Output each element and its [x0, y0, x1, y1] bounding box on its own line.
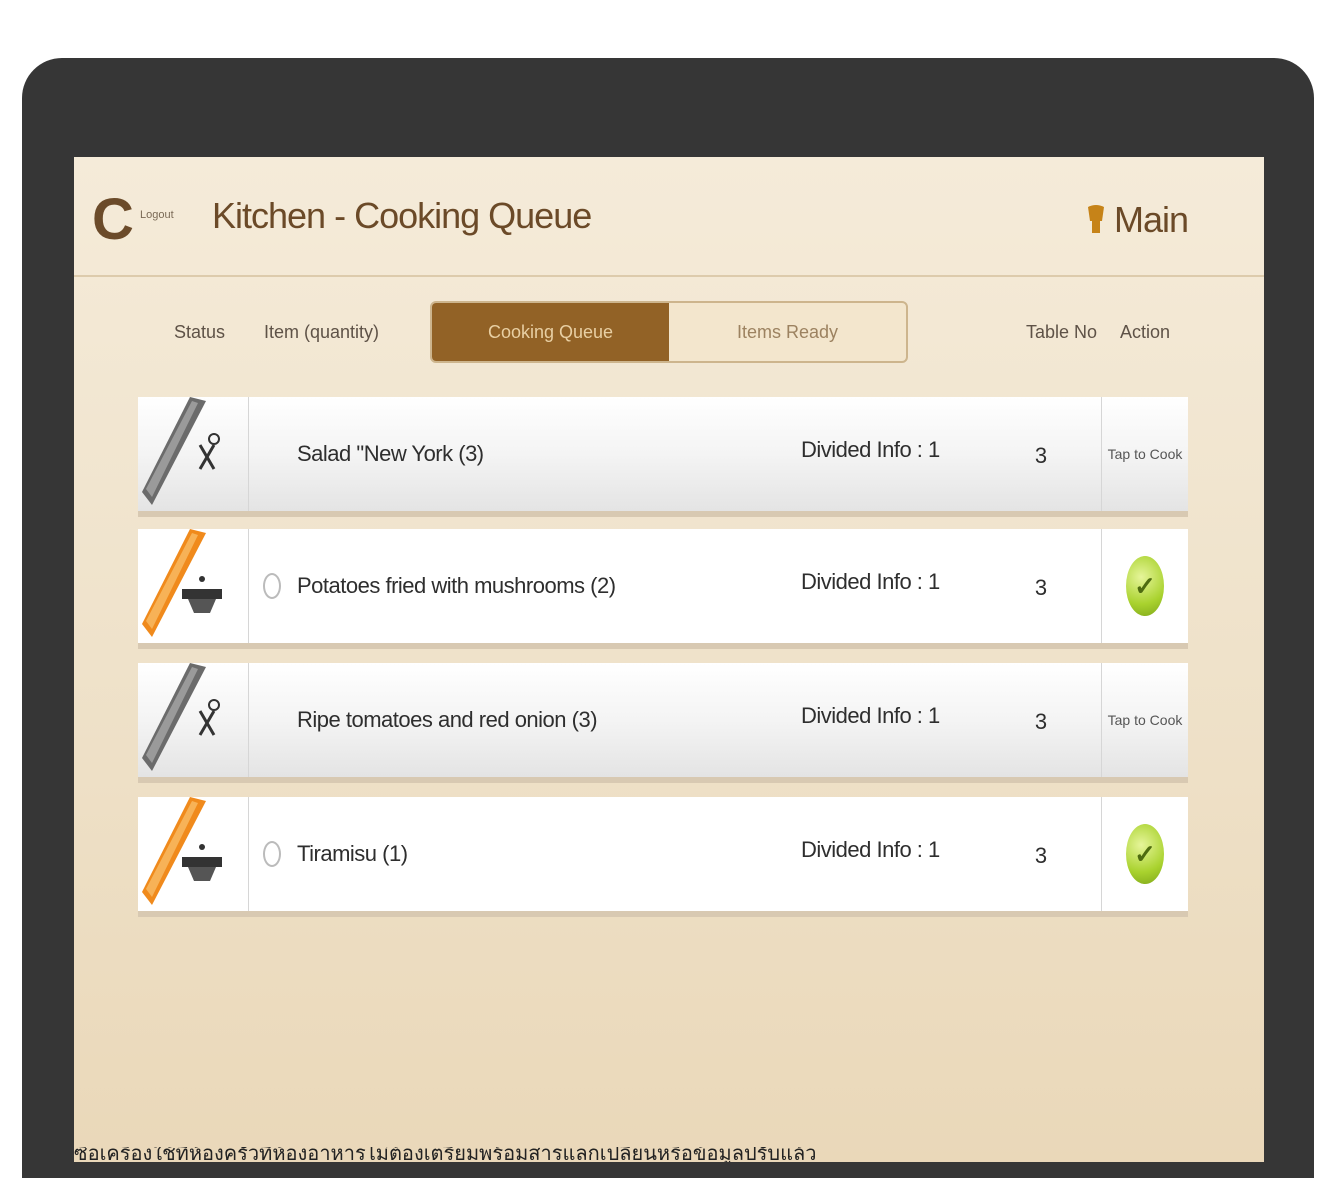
- table-number: 3: [1034, 843, 1048, 868]
- caption-text: ซื้อเครื่องใช้ที่ห้องครัวที่ห้องอาหารไม่…: [74, 1147, 817, 1162]
- tab-cooking-queue[interactable]: Cooking Queue: [432, 303, 669, 361]
- column-table-no: Table No: [1026, 322, 1098, 342]
- queue-row[interactable]: Salad "New York (3) Divided Info : 1 3 T…: [138, 397, 1188, 517]
- main-link[interactable]: Main: [1086, 199, 1189, 241]
- table-number: 3: [1034, 709, 1048, 734]
- status-cell: [138, 797, 249, 911]
- item-name: Ripe tomatoes and red onion (3): [297, 707, 598, 732]
- tap-to-cook-button[interactable]: Tap to Cook: [1101, 397, 1188, 511]
- app-header: C Logout Kitchen - Cooking Queue Main: [74, 157, 1264, 277]
- c-logo-icon: C: [92, 187, 134, 252]
- utensils-icon: [142, 663, 220, 771]
- queue-row[interactable]: Potatoes fried with mushrooms (2) Divide…: [138, 529, 1188, 649]
- divided-info: Divided Info : 1: [801, 703, 940, 728]
- status-cell: [138, 397, 249, 511]
- page-title: Kitchen - Cooking Queue: [212, 195, 592, 236]
- item-name: Potatoes fried with mushrooms (2): [297, 573, 616, 598]
- divided-info: Divided Info : 1: [801, 437, 940, 462]
- item-cell: Tiramisu (1): [249, 797, 801, 911]
- chef-hat-icon: [1087, 205, 1104, 233]
- divided-info: Divided Info : 1: [801, 569, 940, 594]
- action-cell: ✓: [1101, 797, 1188, 911]
- check-icon[interactable]: ✓: [1126, 824, 1164, 884]
- utensils-icon: [142, 397, 220, 505]
- column-status: Status: [174, 322, 226, 342]
- tab-items-ready[interactable]: Items Ready: [669, 303, 906, 361]
- check-icon[interactable]: ✓: [1126, 556, 1164, 616]
- column-item: Item (quantity): [264, 322, 380, 342]
- queue-row[interactable]: Tiramisu (1) Divided Info : 1 3 ✓: [138, 797, 1188, 917]
- item-name: Tiramisu (1): [297, 841, 408, 866]
- tap-to-cook-button[interactable]: Tap to Cook: [1101, 663, 1188, 777]
- column-action: Action: [1120, 322, 1171, 342]
- table-number: 3: [1034, 443, 1048, 468]
- action-cell: ✓: [1101, 529, 1188, 643]
- status-cell: [138, 663, 249, 777]
- main-label: Main: [1113, 199, 1189, 240]
- queue-row[interactable]: Ripe tomatoes and red onion (3) Divided …: [138, 663, 1188, 783]
- item-name: Salad "New York (3): [297, 441, 484, 466]
- table-number: 3: [1034, 575, 1048, 600]
- item-cell: Ripe tomatoes and red onion (3): [249, 663, 801, 777]
- logout-link[interactable]: Logout: [140, 209, 174, 221]
- app-screen: C Logout Kitchen - Cooking Queue Main St…: [74, 157, 1264, 1162]
- select-radio[interactable]: [263, 573, 281, 599]
- item-cell: Potatoes fried with mushrooms (2): [249, 529, 801, 643]
- select-radio[interactable]: [263, 841, 281, 867]
- pot-icon: [142, 529, 222, 637]
- status-cell: [138, 529, 249, 643]
- item-cell: Salad "New York (3): [249, 397, 801, 511]
- divided-info: Divided Info : 1: [801, 837, 940, 862]
- view-switch: Cooking Queue Items Ready: [430, 301, 908, 363]
- pot-icon: [142, 797, 222, 905]
